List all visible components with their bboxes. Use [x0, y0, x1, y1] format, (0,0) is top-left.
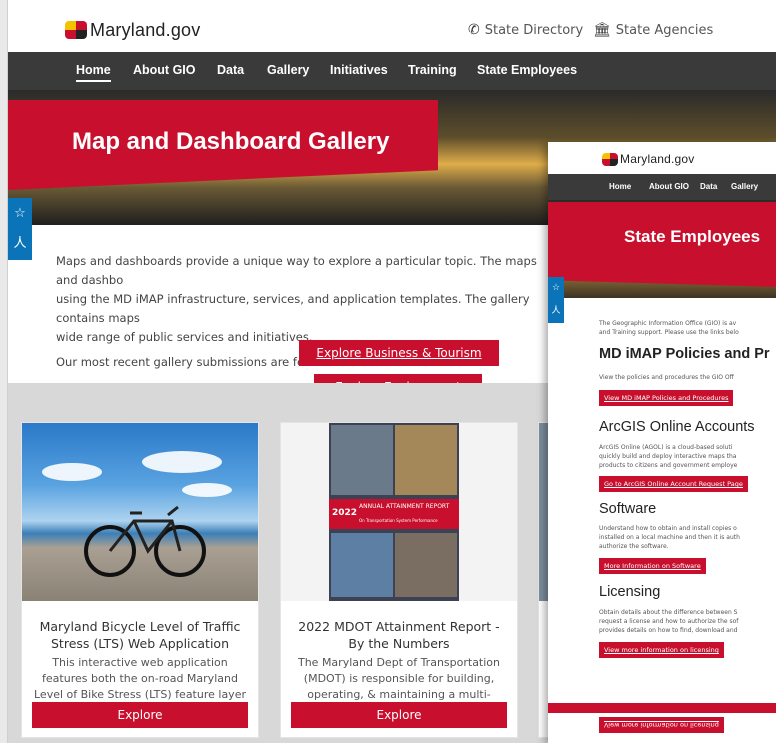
report-cover-title: ANNUAL ATTAINMENT REPORT: [359, 503, 450, 510]
nav-gallery[interactable]: Gallery: [267, 63, 309, 77]
overlay-nav: Home About GIO Data Gallery: [548, 174, 776, 200]
nav-home[interactable]: Home: [609, 182, 631, 191]
maryland-flag-icon: [65, 21, 87, 39]
nav-initiatives[interactable]: Initiatives: [330, 63, 388, 77]
report-year: 2022: [332, 508, 358, 518]
explore-business-tourism-button[interactable]: Explore Business & Tourism Gallery: [299, 340, 499, 386]
intro-line: Maps and dashboards provide a unique way…: [56, 254, 537, 287]
nav-about-gio[interactable]: About GIO: [133, 63, 196, 77]
section-heading-policies: MD iMAP Policies and Pr: [599, 346, 770, 362]
building-icon: 🏛: [593, 22, 611, 38]
nav-data[interactable]: Data: [217, 63, 244, 77]
section-text: request a license and how to authorize t…: [599, 618, 739, 625]
arcgis-account-request-button[interactable]: Go to ArcGIS Online Account Request Page: [599, 476, 748, 492]
intro-line: using the MD iMAP infrastructure, servic…: [56, 292, 530, 325]
section-heading-licensing: Licensing: [599, 584, 661, 600]
software-info-button[interactable]: More Information on Software: [599, 558, 706, 574]
maryland-logo[interactable]: Maryland.gov: [65, 17, 200, 43]
top-bar: Maryland.gov ✆ State Directory 🏛 State A…: [8, 0, 776, 52]
maryland-logo[interactable]: Maryland.gov: [602, 152, 694, 166]
report-cover-image: 2022 ANNUAL ATTAINMENT REPORT On Transpo…: [281, 423, 517, 601]
overlay-intro-line: and Training support. Please use the lin…: [599, 329, 739, 336]
explore-button[interactable]: Explore: [291, 702, 507, 728]
maryland-flag-icon: [602, 152, 618, 166]
licensing-info-button[interactable]: View more information on licensing: [599, 642, 724, 658]
section-text: ArcGIS Online (AGOL) is a cloud-based so…: [599, 444, 733, 451]
overlay-bottom-bar: [548, 703, 776, 713]
section-text: Obtain details about the difference betw…: [599, 609, 738, 616]
overlay-top-bar: Maryland.gov: [548, 142, 776, 174]
brand-name: Maryland.gov: [620, 152, 695, 166]
section-text: Understand how to obtain and install cop…: [599, 525, 737, 532]
state-directory-link[interactable]: ✆ State Directory: [468, 22, 583, 38]
section-text: products to citizens and government empl…: [599, 462, 738, 469]
translate-icon[interactable]: 人: [8, 229, 32, 259]
star-icon[interactable]: ☆: [8, 199, 32, 229]
section-text: installed on a local machine and then it…: [599, 534, 740, 541]
phone-icon: ✆: [468, 22, 480, 38]
card-title: Maryland Bicycle Level of Traffic Stress…: [39, 619, 241, 651]
overlay-side-toolbar: ☆ 人: [548, 277, 564, 323]
nav-training[interactable]: Training: [408, 63, 457, 77]
window-left-edge: [0, 0, 8, 743]
nav-data[interactable]: Data: [700, 182, 717, 191]
star-icon[interactable]: ☆: [548, 277, 564, 300]
state-employees-page: Maryland.gov Home About GIO Data Gallery…: [548, 142, 776, 743]
side-toolbar: ☆ 人: [8, 198, 32, 260]
card-description: The Maryland Dept of Transportation (MDO…: [297, 656, 501, 701]
section-text: quickly build and deploy interactive map…: [599, 453, 737, 460]
card-title: 2022 MDOT Attainment Report - By the Num…: [298, 619, 500, 651]
bicycle-icon: [84, 505, 206, 577]
gallery-card: Maryland Bicycle Level of Traffic Stress…: [21, 422, 259, 738]
translate-icon[interactable]: 人: [548, 300, 564, 323]
section-text: provides details on how to find, downloa…: [599, 627, 738, 634]
section-heading-software: Software: [599, 501, 657, 517]
reflected-licensing-button: View more information on licensing: [599, 717, 724, 733]
page-title: Map and Dashboard Gallery: [72, 128, 390, 155]
nav-about-gio[interactable]: About GIO: [649, 182, 689, 191]
nav-home[interactable]: Home: [76, 63, 111, 82]
main-nav: Home About GIO Data Gallery Initiatives …: [8, 52, 776, 90]
report-cover-subtitle: On Transportation System Performance: [359, 518, 438, 523]
section-text: authorize the software.: [599, 543, 669, 550]
nav-state-employees[interactable]: State Employees: [477, 63, 577, 77]
report-title-band: 2022 ANNUAL ATTAINMENT REPORT On Transpo…: [329, 499, 459, 529]
state-agencies-link[interactable]: 🏛 State Agencies: [593, 22, 713, 38]
overlay-intro-line: The Geographic Information Office (GIO) …: [599, 320, 737, 327]
brand-name: Maryland.gov: [90, 19, 201, 40]
gallery-card: 2022 ANNUAL ATTAINMENT REPORT On Transpo…: [280, 422, 518, 738]
view-policies-button[interactable]: View MD iMAP Policies and Procedures: [599, 390, 734, 406]
bicycle-photo: [22, 423, 258, 601]
intro-line: wide range of public services and initia…: [56, 330, 313, 344]
section-heading-arcgis: ArcGIS Online Accounts: [599, 419, 755, 435]
card-description: This interactive web application feature…: [34, 656, 246, 701]
state-directory-label: State Directory: [484, 22, 584, 38]
section-text: View the policies and procedures the GIO…: [599, 374, 734, 381]
nav-gallery[interactable]: Gallery: [731, 182, 758, 191]
state-agencies-label: State Agencies: [615, 22, 714, 38]
explore-button[interactable]: Explore: [32, 702, 248, 728]
overlay-page-title: State Employees: [624, 227, 761, 246]
